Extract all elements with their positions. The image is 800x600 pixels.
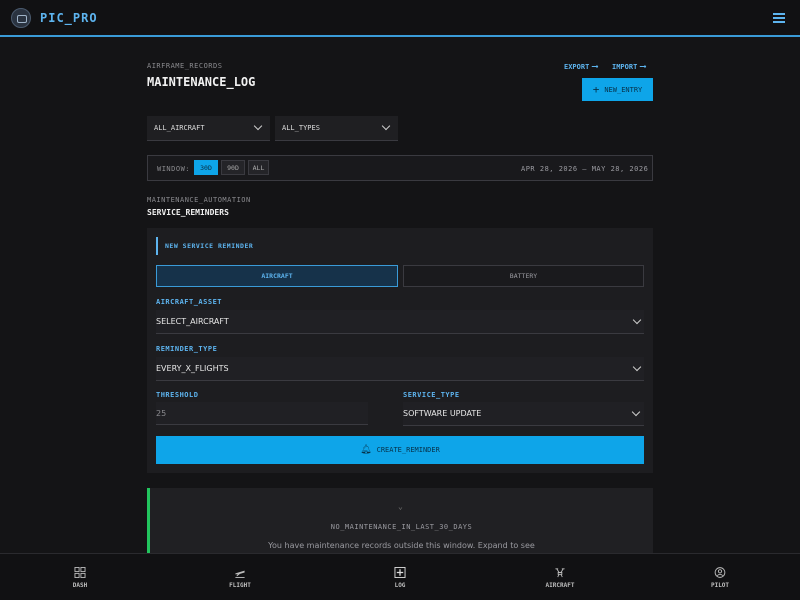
- aircraft-asset-select[interactable]: SELECT_AIRCRAFT: [156, 310, 644, 334]
- aircraft-filter-value: ALL_AIRCRAFT: [154, 124, 205, 132]
- nav-flight[interactable]: FLIGHT: [210, 554, 270, 600]
- arrow-right-icon: ⟶: [592, 62, 598, 72]
- top-bar: PIC_PRO: [0, 0, 800, 37]
- grid-icon: [74, 566, 86, 578]
- nav-aircraft[interactable]: AIRCRAFT: [530, 554, 590, 600]
- import-label: IMPORT: [612, 63, 638, 71]
- import-link[interactable]: IMPORT ⟶: [612, 62, 646, 72]
- new-entry-label: NEW_ENTRY: [604, 85, 643, 94]
- chevron-down-icon: [631, 407, 641, 417]
- chevron-down-icon: [632, 362, 642, 372]
- app-brand: PIC_PRO: [40, 11, 98, 25]
- drone-icon: [555, 567, 565, 577]
- nav-log[interactable]: LOG: [370, 554, 430, 600]
- empty-state-title: NO_MAINTENANCE_IN_LAST_30_DAYS: [330, 523, 473, 531]
- plus-icon: +: [592, 83, 600, 96]
- empty-state-message: You have maintenance records outside thi…: [268, 541, 535, 550]
- nav-aircraft-label: AIRCRAFT: [545, 581, 575, 589]
- empty-state-panel: ⌄ NO_MAINTENANCE_IN_LAST_30_DAYS You hav…: [147, 488, 653, 554]
- page-eyebrow: AIRFRAME_RECORDS: [147, 62, 223, 70]
- nav-dash[interactable]: DASH: [50, 554, 110, 600]
- window-option-30d[interactable]: 30D: [194, 160, 218, 175]
- create-reminder-label: CREATE_REMINDER: [376, 446, 440, 454]
- reminder-heading-text: NEW SERVICE REMINDER: [165, 242, 254, 250]
- service-type-select[interactable]: SOFTWARE UPDATE: [403, 402, 644, 426]
- nav-log-label: LOG: [394, 581, 406, 589]
- nav-flight-label: FLIGHT: [229, 581, 251, 589]
- aircraft-asset-value: SELECT_AIRCRAFT: [156, 317, 229, 326]
- chevron-down-icon: [253, 121, 263, 131]
- bell-icon: 🔔︎: [360, 445, 372, 455]
- export-link[interactable]: EXPORT ⟶: [564, 62, 598, 72]
- page-title: MAINTENANCE_LOG: [147, 75, 256, 89]
- nav-dash-label: DASH: [72, 581, 88, 589]
- logo-icon: [11, 8, 31, 28]
- aircraft-asset-label: AIRCRAFT_ASSET: [156, 298, 223, 306]
- create-reminder-button[interactable]: 🔔︎ CREATE_REMINDER: [156, 436, 644, 464]
- plus-box-icon: [394, 566, 406, 578]
- reminder-type-select[interactable]: EVERY_X_FLIGHTS: [156, 357, 644, 381]
- reminder-heading: NEW SERVICE REMINDER: [156, 237, 253, 255]
- tab-battery[interactable]: BATTERY: [403, 265, 644, 287]
- window-label: WINDOW:: [157, 165, 191, 173]
- reminder-type-label: REMINDER_TYPE: [156, 345, 218, 353]
- tab-aircraft[interactable]: AIRCRAFT: [156, 265, 398, 287]
- nav-pilot-label: PILOT: [710, 581, 730, 589]
- plane-icon: [235, 570, 245, 578]
- chevrons-down-icon[interactable]: ⌄: [398, 502, 403, 511]
- window-option-all[interactable]: ALL: [248, 160, 269, 175]
- type-filter-value: ALL_TYPES: [282, 124, 320, 132]
- user-circle-icon: [714, 566, 726, 578]
- window-option-90d[interactable]: 90D: [221, 160, 245, 175]
- reminder-type-value: EVERY_X_FLIGHTS: [156, 364, 229, 373]
- chevron-down-icon: [632, 315, 642, 325]
- arrow-right-icon: ⟶: [640, 62, 646, 72]
- time-window-bar: WINDOW: 30D 90D ALL APR 28, 2026 — MAY 2…: [147, 155, 653, 181]
- window-date-range: APR 28, 2026 — MAY 28, 2026: [521, 165, 649, 173]
- threshold-value: 25: [156, 408, 167, 418]
- new-reminder-card: NEW SERVICE REMINDER AIRCRAFT BATTERY AI…: [147, 228, 653, 473]
- automation-title: SERVICE_REMINDERS: [147, 208, 229, 217]
- threshold-label: THRESHOLD: [156, 391, 199, 399]
- service-type-value: SOFTWARE UPDATE: [403, 409, 482, 418]
- hamburger-menu-icon[interactable]: [773, 13, 785, 23]
- chevron-down-icon: [381, 121, 391, 131]
- new-entry-button[interactable]: + NEW_ENTRY: [582, 78, 653, 101]
- nav-pilot[interactable]: PILOT: [690, 554, 750, 600]
- export-label: EXPORT: [564, 63, 590, 71]
- service-type-label: SERVICE_TYPE: [403, 391, 460, 399]
- type-filter-select[interactable]: ALL_TYPES: [275, 116, 398, 141]
- threshold-input[interactable]: 25: [156, 402, 368, 425]
- aircraft-filter-select[interactable]: ALL_AIRCRAFT: [147, 116, 270, 141]
- bottom-nav: DASH FLIGHT LOG AIRCRAFT PILOT: [0, 553, 800, 600]
- automation-eyebrow: MAINTENANCE_AUTOMATION: [147, 196, 251, 204]
